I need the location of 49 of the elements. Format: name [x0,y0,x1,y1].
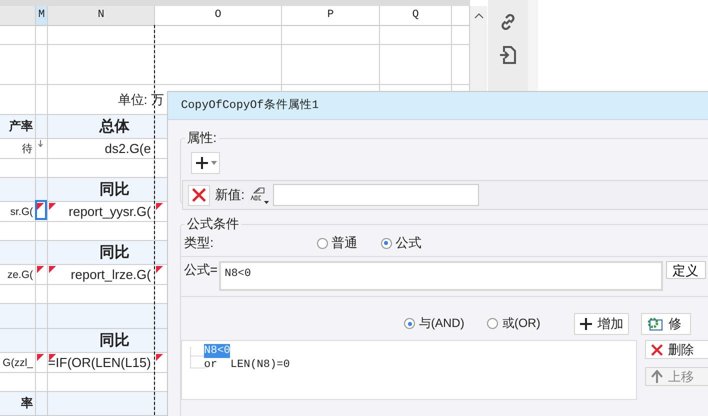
logic-radio[interactable]: 或(OR) [487,315,540,332]
table-cell[interactable]: report_lrze.G( [48,265,155,284]
close-icon [192,188,206,202]
new-value-label: 新值: [215,186,245,204]
type-radio[interactable]: 普通 [316,234,358,252]
group-label: 属性: [185,129,219,147]
define-button[interactable]: 定义 [666,261,706,279]
table-cell[interactable]: 同比 [48,178,155,201]
condition-item[interactable]: or LEN(N8)=0 [204,358,290,372]
table-cell[interactable] [36,353,48,372]
formula-label: 公式= [184,261,218,279]
table-cell[interactable]: 待 [0,139,36,158]
scroll-up-icon[interactable] [474,12,484,19]
table-cell[interactable]: sr.G( [0,202,36,221]
dialog-title: CopyOfCopyOf条件属性1 [168,92,708,120]
column-header[interactable]: O [155,6,282,25]
group-label: 公式条件 [185,215,241,233]
table-cell[interactable]: 率 [0,392,36,415]
plus-icon [580,318,592,330]
column-header[interactable]: P [282,6,380,25]
caret-icon [211,161,217,165]
add-button[interactable]: 增加 [574,312,630,334]
table-cell[interactable] [36,265,48,284]
table-cell[interactable]: ze.G( [0,265,36,284]
table-cell[interactable]: =IF(OR(LEN(L15) [48,353,155,372]
modify-button[interactable]: 修 [641,312,692,334]
formula-field[interactable]: N8<0 [218,261,663,291]
type-radio[interactable]: 公式 [380,234,422,252]
table-cell[interactable]: G(zzl_ [0,353,36,372]
delete-button[interactable]: 删除 [645,340,708,359]
gear-edit-icon [647,316,664,330]
type-label: 类型: [184,234,214,252]
table-cell[interactable]: 单位: 万 [48,85,167,114]
column-header[interactable]: M [36,6,48,25]
table-cell[interactable] [36,139,48,158]
close-icon [651,344,663,356]
table-cell[interactable]: report_yysr.G( [48,202,155,221]
new-value-field[interactable] [272,184,479,206]
table-cell[interactable]: ds2.G(e [48,139,155,158]
plus-icon [195,156,209,170]
text-type-icon[interactable] [250,186,270,204]
logic-radio[interactable]: 与(AND) [404,315,464,332]
up-arrow-icon [651,370,663,383]
column-header[interactable]: Q [380,6,452,25]
table-cell[interactable]: 产率 [0,115,36,138]
add-dropdown-button[interactable] [191,152,220,174]
remove-button[interactable] [188,184,210,206]
import-file-icon[interactable] [498,45,518,65]
table-cell[interactable]: 总体 [48,115,155,138]
